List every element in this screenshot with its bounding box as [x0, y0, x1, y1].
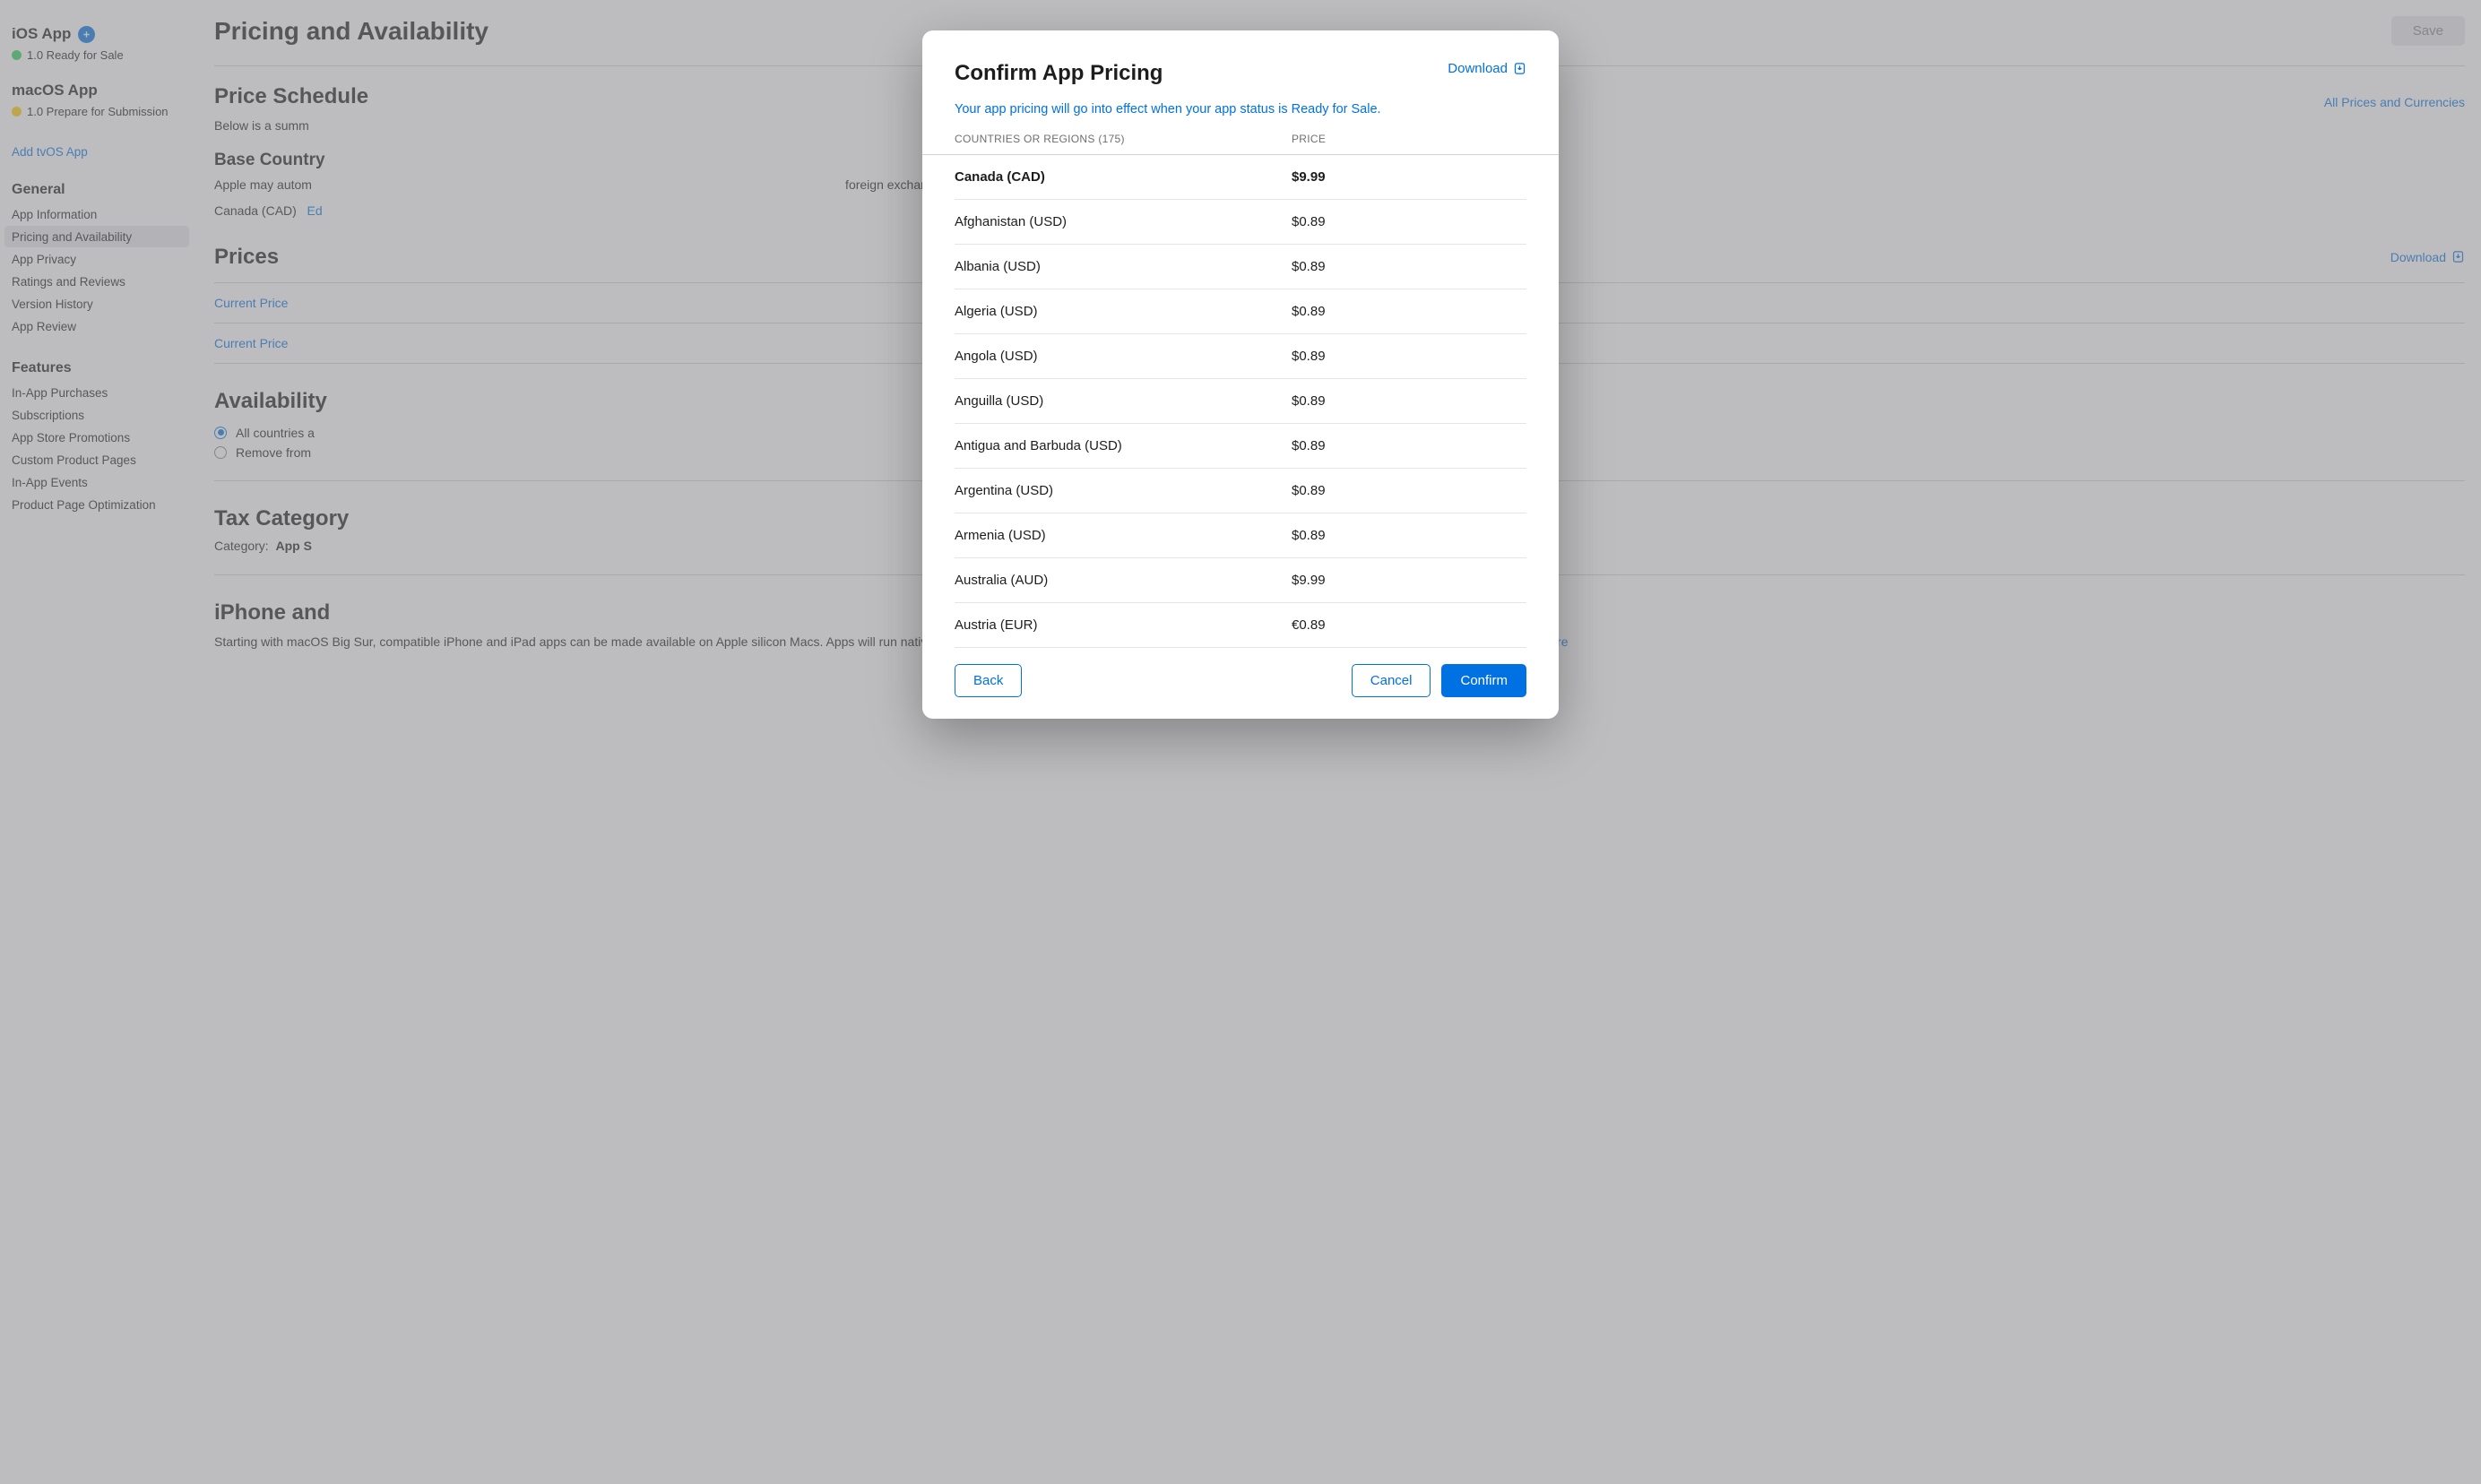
- price-row-price: $0.89: [1292, 393, 1326, 409]
- price-row: Anguilla (USD) $0.89: [955, 379, 1526, 424]
- price-row-country: Algeria (USD): [955, 304, 1292, 319]
- modal-download-label: Download: [1448, 61, 1508, 76]
- price-row: Canada (CAD) $9.99: [955, 155, 1526, 200]
- price-row: Afghanistan (USD) $0.89: [955, 200, 1526, 245]
- price-row-price: $0.89: [1292, 528, 1326, 543]
- price-row: Argentina (USD) $0.89: [955, 469, 1526, 513]
- price-row-price: $9.99: [1292, 573, 1326, 588]
- price-row-country: Afghanistan (USD): [955, 214, 1292, 229]
- price-row: Angola (USD) $0.89: [955, 334, 1526, 379]
- price-row-price: $0.89: [1292, 438, 1326, 453]
- confirm-pricing-modal: Confirm App Pricing Download Your app pr…: [922, 30, 1559, 719]
- col-countries-header: COUNTRIES OR REGIONS (175): [955, 133, 1292, 145]
- back-button[interactable]: Back: [955, 664, 1022, 697]
- price-row-price: $0.89: [1292, 349, 1326, 364]
- download-icon: [1513, 62, 1526, 75]
- price-row: Antigua and Barbuda (USD) $0.89: [955, 424, 1526, 469]
- price-row-country: Australia (AUD): [955, 573, 1292, 588]
- price-row-country: Angola (USD): [955, 349, 1292, 364]
- price-row-country: Antigua and Barbuda (USD): [955, 438, 1292, 453]
- price-row-price: €0.89: [1292, 617, 1326, 633]
- price-row-price: $0.89: [1292, 259, 1326, 274]
- price-row: Australia (AUD) $9.99: [955, 558, 1526, 603]
- price-row-country: Argentina (USD): [955, 483, 1292, 498]
- price-row: Armenia (USD) $0.89: [955, 513, 1526, 558]
- price-row-country: Armenia (USD): [955, 528, 1292, 543]
- modal-description: Your app pricing will go into effect whe…: [955, 102, 1526, 116]
- price-row-price: $0.89: [1292, 483, 1326, 498]
- price-row-country: Anguilla (USD): [955, 393, 1292, 409]
- modal-download-link[interactable]: Download: [1448, 61, 1526, 76]
- price-row-country: Canada (CAD): [955, 169, 1292, 185]
- cancel-button[interactable]: Cancel: [1352, 664, 1431, 697]
- confirm-button[interactable]: Confirm: [1441, 664, 1526, 697]
- price-row-price: $0.89: [1292, 304, 1326, 319]
- modal-title: Confirm App Pricing: [955, 61, 1163, 86]
- price-row: Austria (EUR) €0.89: [955, 603, 1526, 648]
- price-row-country: Albania (USD): [955, 259, 1292, 274]
- modal-table-header: COUNTRIES OR REGIONS (175) PRICE: [922, 133, 1559, 155]
- price-row-country: Austria (EUR): [955, 617, 1292, 633]
- price-row: Albania (USD) $0.89: [955, 245, 1526, 289]
- price-row-price: $0.89: [1292, 214, 1326, 229]
- modal-overlay[interactable]: Confirm App Pricing Download Your app pr…: [0, 0, 2481, 1484]
- price-row: Algeria (USD) $0.89: [955, 289, 1526, 334]
- price-row-price: $9.99: [1292, 169, 1326, 185]
- col-price-header: PRICE: [1292, 133, 1326, 145]
